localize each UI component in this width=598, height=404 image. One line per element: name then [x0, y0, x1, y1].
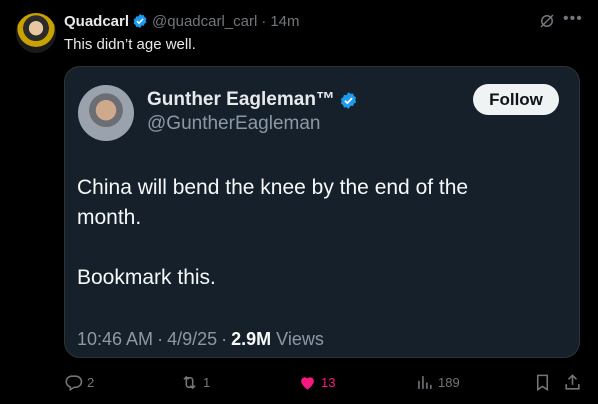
reply-count: 2: [87, 374, 95, 390]
views-icon: [418, 375, 432, 389]
author-avatar[interactable]: [16, 13, 56, 53]
bookmark-icon: [536, 374, 549, 391]
quoted-author-name-row: Gunther Eagleman™: [147, 89, 362, 111]
repost-count: 1: [203, 374, 211, 390]
views-button[interactable]: 189: [415, 370, 460, 394]
reply-icon: [65, 374, 83, 391]
share-button[interactable]: [563, 370, 582, 394]
more-icon[interactable]: •••: [563, 11, 582, 29]
quoted-views-label: Views: [276, 329, 324, 349]
post-header: Quadcarl @quadcarl_carl · 14m: [64, 11, 300, 31]
verified-badge-icon: [133, 14, 147, 28]
views-count: 189: [438, 374, 460, 390]
separator: ·: [157, 329, 164, 349]
like-button[interactable]: 13: [298, 370, 335, 394]
share-icon: [565, 373, 580, 390]
repost-button[interactable]: 1: [180, 370, 210, 394]
separator: ·: [261, 12, 267, 30]
quoted-author-name[interactable]: Gunther Eagleman™: [147, 89, 335, 111]
quoted-date[interactable]: 4/9/25: [167, 329, 217, 350]
grok-icon[interactable]: [538, 12, 556, 30]
post-time[interactable]: 14m: [270, 13, 299, 30]
author-name[interactable]: Quadcarl: [64, 13, 129, 30]
like-count: 13: [321, 374, 336, 390]
repost-icon: [183, 375, 196, 389]
quoted-post-text: China will bend the knee by the end of t…: [77, 173, 537, 293]
quoted-post-meta: 10:46 AM · 4/9/25 · 2.9M Views: [77, 329, 324, 350]
verified-badge-icon: [340, 91, 356, 109]
post-text: This didn’t age well.: [64, 36, 196, 53]
separator: ·: [221, 329, 228, 349]
quoted-post[interactable]: Gunther Eagleman™ @GuntherEagleman Follo…: [64, 66, 580, 358]
quoted-time[interactable]: 10:46 AM: [77, 329, 153, 350]
bookmark-button[interactable]: [533, 370, 552, 394]
quoted-author-handle[interactable]: @GuntherEagleman: [147, 113, 321, 135]
quoted-paragraph: China will bend the knee by the end of t…: [77, 176, 469, 229]
quoted-paragraph: Bookmark this.: [77, 266, 216, 289]
action-bar: 2 1 13 189: [0, 370, 598, 394]
author-handle[interactable]: @quadcarl_carl: [152, 13, 257, 30]
like-icon: [301, 376, 314, 390]
follow-button[interactable]: Follow: [473, 84, 559, 115]
quoted-views-count: 2.9M: [231, 329, 272, 349]
quoted-author-avatar[interactable]: [78, 85, 134, 141]
reply-button[interactable]: 2: [64, 370, 94, 394]
